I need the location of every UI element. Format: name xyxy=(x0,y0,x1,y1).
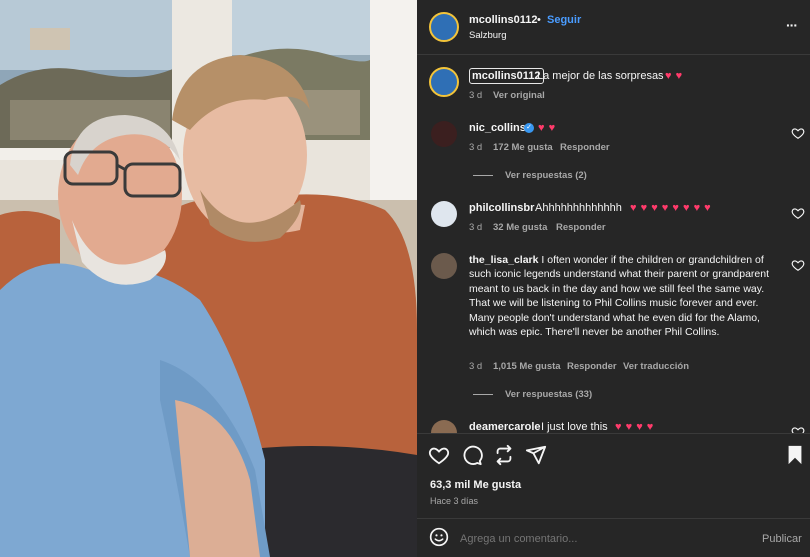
post-date: Hace 3 días xyxy=(430,496,479,506)
comment-input[interactable] xyxy=(460,530,750,548)
post-photo[interactable] xyxy=(0,0,417,557)
composer-divider xyxy=(417,518,810,519)
comment-text: I just love this xyxy=(541,421,608,433)
comment-hearts: ♥ ♥ ♥ ♥ xyxy=(615,421,654,433)
share-icon[interactable] xyxy=(525,444,547,466)
likes-count[interactable]: 63,3 mil Me gusta xyxy=(430,478,521,492)
post-details-panel: mcollins0112 • Seguir Salzburg ··· mcoll… xyxy=(417,0,810,557)
publish-button[interactable]: Publicar xyxy=(762,532,802,546)
actions-divider xyxy=(417,433,810,434)
commenter-username[interactable]: deamercarole xyxy=(469,420,541,433)
repost-icon[interactable] xyxy=(493,444,515,466)
emoji-icon[interactable] xyxy=(429,527,449,547)
heart-icon[interactable] xyxy=(428,444,450,466)
photo-illustration xyxy=(0,0,417,557)
comment-like-heart-icon[interactable] xyxy=(791,425,805,433)
commenter-avatar[interactable] xyxy=(431,420,457,433)
comment-item: deamercarole I just love this ♥ ♥ ♥ ♥ xyxy=(417,0,810,433)
comment-icon[interactable] xyxy=(461,444,483,466)
bookmark-icon[interactable] xyxy=(784,444,806,466)
